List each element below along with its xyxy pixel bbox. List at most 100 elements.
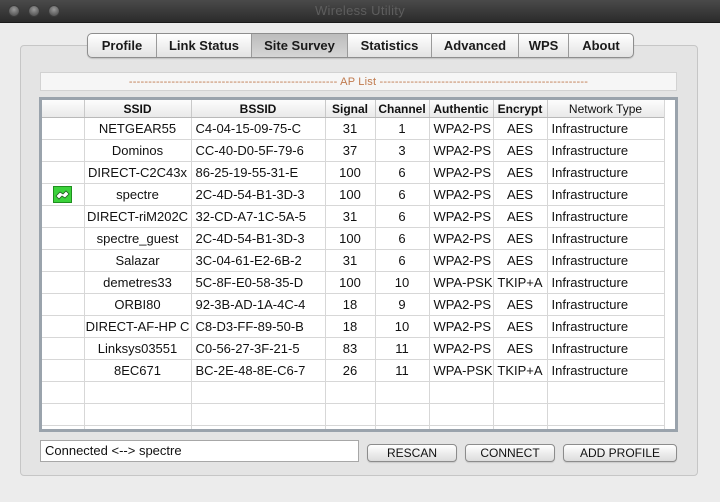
table-row[interactable]: 8EC671 BC-2E-48-8E-C6-7 26 11 WPA-PSK TKIP+A I… <box>42 359 665 382</box>
channel-cell: 9 <box>375 293 430 316</box>
empty-cell <box>84 403 192 426</box>
table-row[interactable]: NETGEAR55 C4-04-15-09-75-C 31 1 WPA2-PS AES In… <box>42 117 665 140</box>
table-row[interactable]: spectre 2C-4D-54-B1-3D-3 100 6 WPA2-PS AES Inf… <box>42 183 665 206</box>
empty-cell <box>429 425 494 429</box>
bssid-cell: CC-40-D0-5F-79-6 <box>191 139 326 162</box>
channel-cell: 6 <box>375 205 430 228</box>
authentic-cell: WPA2-PS <box>429 183 494 206</box>
encrypt-cell: AES <box>493 249 548 272</box>
table-row[interactable]: DIRECT-AF-HP C C8-D3-FF-89-50-B 18 10 WPA2-P… <box>42 315 665 338</box>
empty-cell <box>325 425 376 429</box>
table-scrollbar[interactable] <box>664 100 675 429</box>
empty-cell <box>375 403 430 426</box>
bssid-cell: 92-3B-AD-1A-4C-4 <box>191 293 326 316</box>
tab-about[interactable]: About <box>568 34 633 57</box>
column-header-authentic[interactable]: Authentic <box>429 100 494 118</box>
channel-cell: 6 <box>375 249 430 272</box>
connection-status-field: Connected <--> spectre <box>40 440 359 462</box>
signal-cell: 31 <box>325 205 376 228</box>
tab-statistics[interactable]: Statistics <box>347 34 431 57</box>
ssid-cell: Salazar <box>84 249 192 272</box>
column-header-channel[interactable]: Channel <box>375 100 430 118</box>
empty-table-row <box>42 425 665 429</box>
encrypt-cell: AES <box>493 227 548 250</box>
bssid-cell: C8-D3-FF-89-50-B <box>191 315 326 338</box>
signal-cell: 83 <box>325 337 376 360</box>
channel-cell: 10 <box>375 315 430 338</box>
empty-table-row <box>42 403 665 426</box>
row-status-icon-cell <box>42 271 85 294</box>
tab-site-survey[interactable]: Site Survey <box>251 34 347 57</box>
row-status-icon-cell <box>42 359 85 382</box>
signal-cell: 26 <box>325 359 376 382</box>
encrypt-cell: AES <box>493 183 548 206</box>
encrypt-cell: AES <box>493 139 548 162</box>
authentic-cell: WPA2-PS <box>429 227 494 250</box>
authentic-cell: WPA2-PS <box>429 249 494 272</box>
tab-profile[interactable]: Profile <box>88 34 156 57</box>
authentic-cell: WPA2-PS <box>429 139 494 162</box>
table-row[interactable]: spectre_guest 2C-4D-54-B1-3D-3 100 6 WPA2-PS… <box>42 227 665 250</box>
column-header-icon[interactable] <box>42 100 85 118</box>
channel-cell: 6 <box>375 227 430 250</box>
row-status-icon-cell <box>42 249 85 272</box>
bssid-cell: 86-25-19-55-31-E <box>191 161 326 184</box>
authentic-cell: WPA-PSK <box>429 271 494 294</box>
bssid-cell: 3C-04-61-E2-6B-2 <box>191 249 326 272</box>
bssid-cell: 32-CD-A7-1C-5A-5 <box>191 205 326 228</box>
empty-cell <box>191 425 326 429</box>
tab-bar: Profile Link Status Site Survey Statisti… <box>87 33 634 58</box>
ap-list-table[interactable]: SSID BSSID Signal Channel Authentic Encr… <box>39 97 678 432</box>
column-header-encrypt[interactable]: Encrypt <box>493 100 548 118</box>
signal-cell: 37 <box>325 139 376 162</box>
tab-link-status[interactable]: Link Status <box>156 34 251 57</box>
signal-cell: 31 <box>325 117 376 140</box>
column-header-signal[interactable]: Signal <box>325 100 376 118</box>
table-row[interactable]: DIRECT-riM202C 32-CD-A7-1C-5A-5 31 6 WPA2-PS… <box>42 205 665 228</box>
network-type-cell: Infrastructure <box>547 183 665 206</box>
table-row[interactable]: ORBI80 92-3B-AD-1A-4C-4 18 9 WPA2-PS AES Infra… <box>42 293 665 316</box>
network-type-cell: Infrastructure <box>547 315 665 338</box>
authentic-cell: WPA2-PS <box>429 315 494 338</box>
rescan-button[interactable]: RESCAN <box>367 444 457 462</box>
bssid-cell: 5C-8F-E0-58-35-D <box>191 271 326 294</box>
network-type-cell: Infrastructure <box>547 205 665 228</box>
ssid-cell: NETGEAR55 <box>84 117 192 140</box>
channel-cell: 3 <box>375 139 430 162</box>
authentic-cell: WPA2-PS <box>429 117 494 140</box>
ssid-cell: Dominos <box>84 139 192 162</box>
tab-advanced[interactable]: Advanced <box>431 34 518 57</box>
signal-cell: 100 <box>325 183 376 206</box>
table-row[interactable]: Dominos CC-40-D0-5F-79-6 37 3 WPA2-PS AES Infr… <box>42 139 665 162</box>
network-type-cell: Infrastructure <box>547 359 665 382</box>
row-status-icon-cell <box>42 161 85 184</box>
ssid-cell: DIRECT-AF-HP C <box>84 315 192 338</box>
encrypt-cell: AES <box>493 161 548 184</box>
column-header-bssid[interactable]: BSSID <box>191 100 326 118</box>
tab-wps[interactable]: WPS <box>518 34 568 57</box>
bssid-cell: 2C-4D-54-B1-3D-3 <box>191 227 326 250</box>
channel-cell: 6 <box>375 183 430 206</box>
table-row[interactable]: Salazar 3C-04-61-E2-6B-2 31 6 WPA2-PS AES Infr… <box>42 249 665 272</box>
add-profile-button[interactable]: ADD PROFILE <box>563 444 677 462</box>
network-type-cell: Infrastructure <box>547 337 665 360</box>
empty-cell <box>493 403 548 426</box>
row-status-icon-cell <box>42 205 85 228</box>
title-bar: Wireless Utility <box>0 0 720 23</box>
table-row[interactable]: DIRECT-C2C43x 86-25-19-55-31-E 100 6 WPA2-PS… <box>42 161 665 184</box>
signal-cell: 18 <box>325 293 376 316</box>
channel-cell: 10 <box>375 271 430 294</box>
column-header-ssid[interactable]: SSID <box>84 100 192 118</box>
authentic-cell: WPA-PSK <box>429 359 494 382</box>
encrypt-cell: AES <box>493 205 548 228</box>
empty-cell <box>547 403 665 426</box>
table-row[interactable]: Linksys03551 C0-56-27-3F-21-5 83 11 WPA2-PS A… <box>42 337 665 360</box>
table-row[interactable]: demetres33 5C-8F-E0-58-35-D 100 10 WPA-PSK TK… <box>42 271 665 294</box>
empty-cell <box>429 403 494 426</box>
column-header-network-type[interactable]: Network Type <box>547 100 665 118</box>
empty-cell <box>547 425 665 429</box>
empty-cell <box>493 425 548 429</box>
empty-table-row <box>42 381 665 404</box>
empty-cell <box>42 425 85 429</box>
connect-button[interactable]: CONNECT <box>465 444 555 462</box>
